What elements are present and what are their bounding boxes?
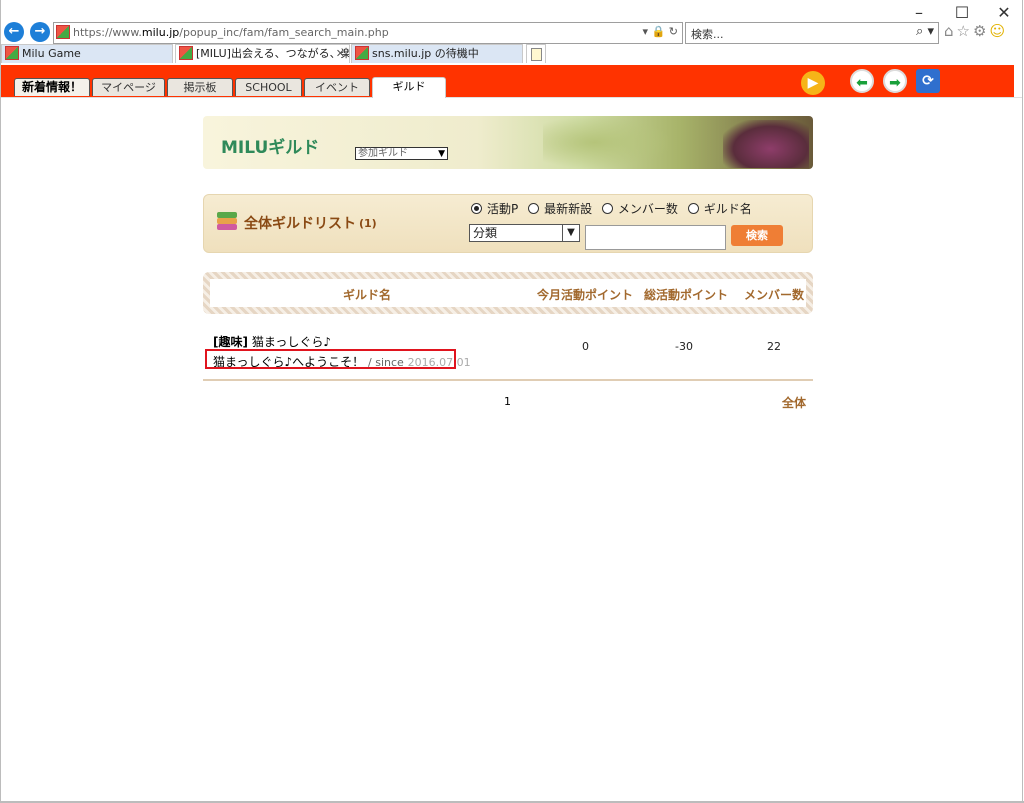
radio-label: 最新新設 [544,202,593,216]
radio-label: メンバー数 [617,202,678,216]
radio-button[interactable] [687,203,699,214]
radio-label: ギルド名 [703,202,752,216]
tab-guild[interactable]: ギルド [372,77,446,98]
tab-label: [MILU]出会える、つながる、楽し... [196,47,349,60]
tab-favicon-icon [355,46,369,60]
back-button[interactable]: ← [4,22,24,42]
sort-radio-name[interactable]: ギルド名 [687,202,752,216]
tab-board[interactable]: 掲示板 [167,78,233,96]
banner-title: MILUギルド [221,138,320,158]
row-divider [203,379,813,381]
tab-news[interactable]: 新着情報！ [14,78,90,96]
page-forward-icon[interactable]: ➡ [883,69,907,93]
guild-banner: MILUギルド 参加ギルド ▼ [203,116,813,169]
new-tab-button[interactable] [526,44,546,63]
home-icon[interactable]: ⌂ [944,22,957,40]
guild-members: 22 [767,340,781,353]
url-path: /popup_inc/fam/fam_search_main.php [179,26,389,39]
dropdown-icon[interactable]: ▾ [643,25,649,38]
close-icon[interactable]: ✕ [990,3,1018,23]
browser-tab-milu-main[interactable]: [MILU]出会える、つながる、楽し... ✕ [175,44,350,63]
url-prefix: https://www. [73,26,142,39]
guild-list-count: (1) [359,217,377,230]
window-border-left [0,0,1,803]
tab-mypage[interactable]: マイページ [92,78,165,96]
guild-monthly-points: 0 [582,340,589,353]
url-domain: milu.jp [141,26,180,39]
search-icon[interactable]: ⌕ ▾ [916,24,934,39]
guild-total-points: -30 [675,340,693,353]
minimize-icon[interactable]: – [905,3,933,23]
sort-radio-activity[interactable]: 活動P [471,202,518,216]
smiley-icon[interactable]: ☺ [989,22,1008,40]
category-select[interactable]: 分類 ▼ [469,224,580,242]
tab-school[interactable]: SCHOOL [235,78,302,96]
guild-list-title: 全体ギルドリスト [244,216,356,232]
page-refresh-icon[interactable]: ⟳ [916,69,940,93]
column-header-total-points[interactable]: 総活動ポイント [644,286,728,303]
joined-guild-select-value: 参加ギルド [358,148,408,159]
radio-button[interactable] [471,203,482,214]
radio-button[interactable] [601,203,613,214]
window-border-right [1022,0,1023,803]
gear-icon[interactable]: ⚙ [973,22,989,40]
column-header-monthly-points[interactable]: 今月活動ポイント [537,286,633,303]
show-all-link[interactable]: 全体 [782,394,806,411]
favorites-icon[interactable]: ☆ [957,22,973,40]
tab-favicon-icon [5,46,19,60]
sort-radio-newest[interactable]: 最新新設 [528,202,592,216]
tab-label: Milu Game [22,47,81,60]
chevron-down-icon: ▼ [562,225,579,241]
banner-house-art [723,120,809,168]
browser-search-input[interactable]: 検索... ⌕ ▾ [685,22,939,44]
search-button[interactable]: 検索 [731,225,783,246]
tab-favicon-icon [179,46,193,60]
banner-tree-art [543,116,673,169]
radio-label: 活動P [487,202,519,216]
address-actions: ▾ 🔒 ↻ [643,25,678,38]
guild-name[interactable]: 猫まっしぐら♪ [252,335,331,349]
keyword-input[interactable] [585,225,726,250]
play-icon[interactable]: ▶ [801,71,825,95]
lock-icon[interactable]: 🔒 [652,25,666,38]
column-header-guild-name[interactable]: ギルド名 [343,286,391,303]
highlight-box [205,349,456,369]
page-number[interactable]: 1 [504,395,511,408]
column-header-members[interactable]: メンバー数 [744,286,804,303]
books-icon [217,210,237,232]
maximize-icon[interactable]: ☐ [948,3,976,23]
guild-category: [趣味] [213,335,248,349]
sort-radio-members[interactable]: メンバー数 [601,202,678,216]
browser-tools: ⌂☆⚙☺ [944,22,1008,40]
site-favicon-icon [56,25,70,39]
browser-tab-milu-game[interactable]: Milu Game [1,44,173,63]
new-tab-icon [531,48,542,61]
forward-button[interactable]: → [30,22,50,42]
joined-guild-select[interactable]: 参加ギルド ▼ [355,147,448,160]
refresh-icon[interactable]: ↻ [669,25,678,38]
url-text: https://www.milu.jp/popup_inc/fam/fam_se… [73,26,389,39]
page-back-icon[interactable]: ⬅ [850,69,874,93]
radio-button[interactable] [528,203,540,214]
close-tab-icon[interactable]: ✕ [336,45,345,63]
address-bar[interactable]: https://www.milu.jp/popup_inc/fam/fam_se… [53,22,683,44]
tab-event[interactable]: イベント [304,78,370,96]
category-select-value: 分類 [473,226,498,240]
tab-label: sns.milu.jp の待機中 [372,47,479,60]
chevron-down-icon: ▼ [438,149,445,159]
guild-row-title: [趣味] 猫まっしぐら♪ [213,333,331,350]
browser-tab-sns[interactable]: sns.milu.jp の待機中 [351,44,523,63]
sort-options: 活動P 最新新設 メンバー数 ギルド名 [471,200,758,217]
search-placeholder: 検索... [691,28,724,41]
header-divider [1,97,1022,98]
